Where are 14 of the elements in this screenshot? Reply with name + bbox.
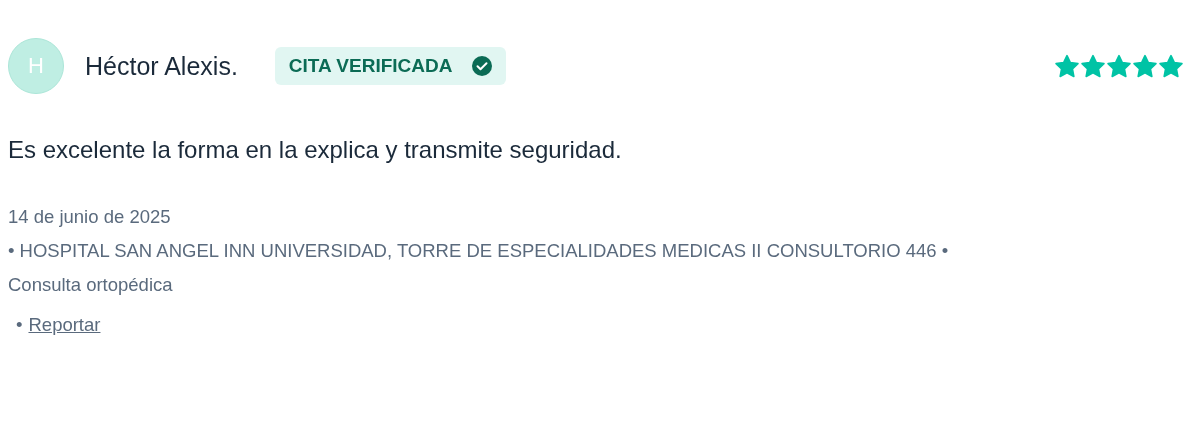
clinic-address: • HOSPITAL SAN ANGEL INN UNIVERSIDAD, TORRE DE ESPECIALIDADES MEDICAS II CONSULTORIO 446 • (8, 239, 949, 263)
star-icon (1106, 53, 1132, 79)
avatar: H (8, 38, 64, 94)
report-link[interactable]: Reportar (28, 308, 101, 342)
review-date: 14 de junio de 2025 (8, 205, 171, 229)
star-icon (1132, 53, 1158, 79)
author-name: Héctor Alexis. (85, 51, 238, 81)
star-icon (1080, 53, 1106, 79)
star-icon (1158, 53, 1184, 79)
service-name: Consulta ortopédica (8, 273, 173, 297)
badge-label: CITA VERIFICADA (288, 55, 453, 77)
star-icon (1054, 53, 1080, 79)
review-text: Es excelente la forma en la explica y transmite seguridad. (8, 136, 623, 164)
bullet: • (16, 313, 23, 337)
